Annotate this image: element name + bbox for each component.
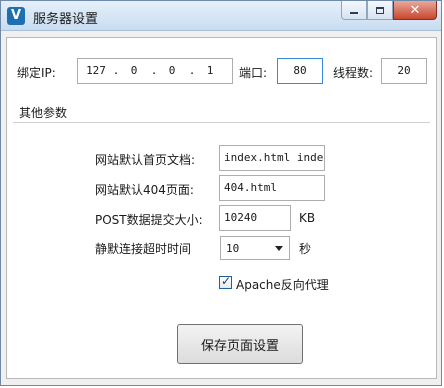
timeout-unit: 秒	[299, 242, 312, 256]
ip-segment-1[interactable]: 127	[84, 64, 108, 77]
page404-input[interactable]: 404.html	[219, 175, 325, 201]
chevron-down-icon	[275, 246, 283, 251]
threads-input[interactable]: 20	[381, 58, 427, 84]
index-doc-input[interactable]: index.html index	[219, 145, 325, 171]
ip-dot: .	[150, 64, 158, 77]
post-size-input[interactable]: 10240	[219, 205, 291, 231]
close-icon: ✕	[409, 2, 421, 18]
minimize-button[interactable]	[341, 1, 367, 20]
timeout-label: 静默连接超时时间	[95, 242, 192, 256]
ip-segment-2[interactable]: 0	[122, 64, 146, 77]
apache-proxy-checkbox[interactable]: ✓	[219, 274, 232, 289]
caption-buttons: ✕	[341, 1, 437, 21]
title-bar: V 服务器设置 ✕	[1, 1, 441, 31]
close-button[interactable]: ✕	[393, 1, 437, 20]
group-title: 其他参数	[19, 106, 68, 120]
minimize-icon	[350, 12, 358, 14]
port-input[interactable]: 80	[277, 58, 323, 84]
maximize-icon	[376, 6, 384, 14]
ip-label: 绑定IP:	[17, 66, 56, 80]
threads-label: 线程数:	[333, 66, 374, 80]
group-divider	[13, 122, 430, 123]
ip-segment-3[interactable]: 0	[160, 64, 184, 77]
maximize-button[interactable]	[367, 1, 393, 20]
post-size-unit: KB	[299, 211, 316, 225]
ip-dot: .	[112, 64, 120, 77]
post-size-label: POST数据提交大小:	[95, 213, 203, 227]
app-logo-icon: V	[7, 7, 25, 25]
apache-proxy-label[interactable]: Apache反向代理	[236, 276, 329, 293]
save-settings-button[interactable]: 保存页面设置	[177, 324, 303, 364]
server-settings-window: V 服务器设置 ✕ 绑定IP: 127 . 0 . 0 . 1 端口: 80 线…	[0, 0, 442, 386]
port-label: 端口:	[239, 66, 268, 80]
window-title: 服务器设置	[33, 12, 99, 27]
index-doc-label: 网站默认首页文档:	[95, 153, 196, 167]
save-settings-label: 保存页面设置	[200, 338, 279, 354]
ip-segment-4[interactable]: 1	[198, 64, 222, 77]
settings-panel: 绑定IP: 127 . 0 . 0 . 1 端口: 80 线程数: 20 其他参…	[6, 37, 437, 379]
ip-dot: .	[188, 64, 196, 77]
timeout-select[interactable]: 10	[220, 236, 290, 260]
timeout-value: 10	[226, 242, 240, 255]
ip-address-field[interactable]: 127 . 0 . 0 . 1	[77, 58, 233, 84]
page404-label: 网站默认404页面:	[95, 183, 194, 197]
checkmark-icon: ✓	[221, 274, 232, 288]
